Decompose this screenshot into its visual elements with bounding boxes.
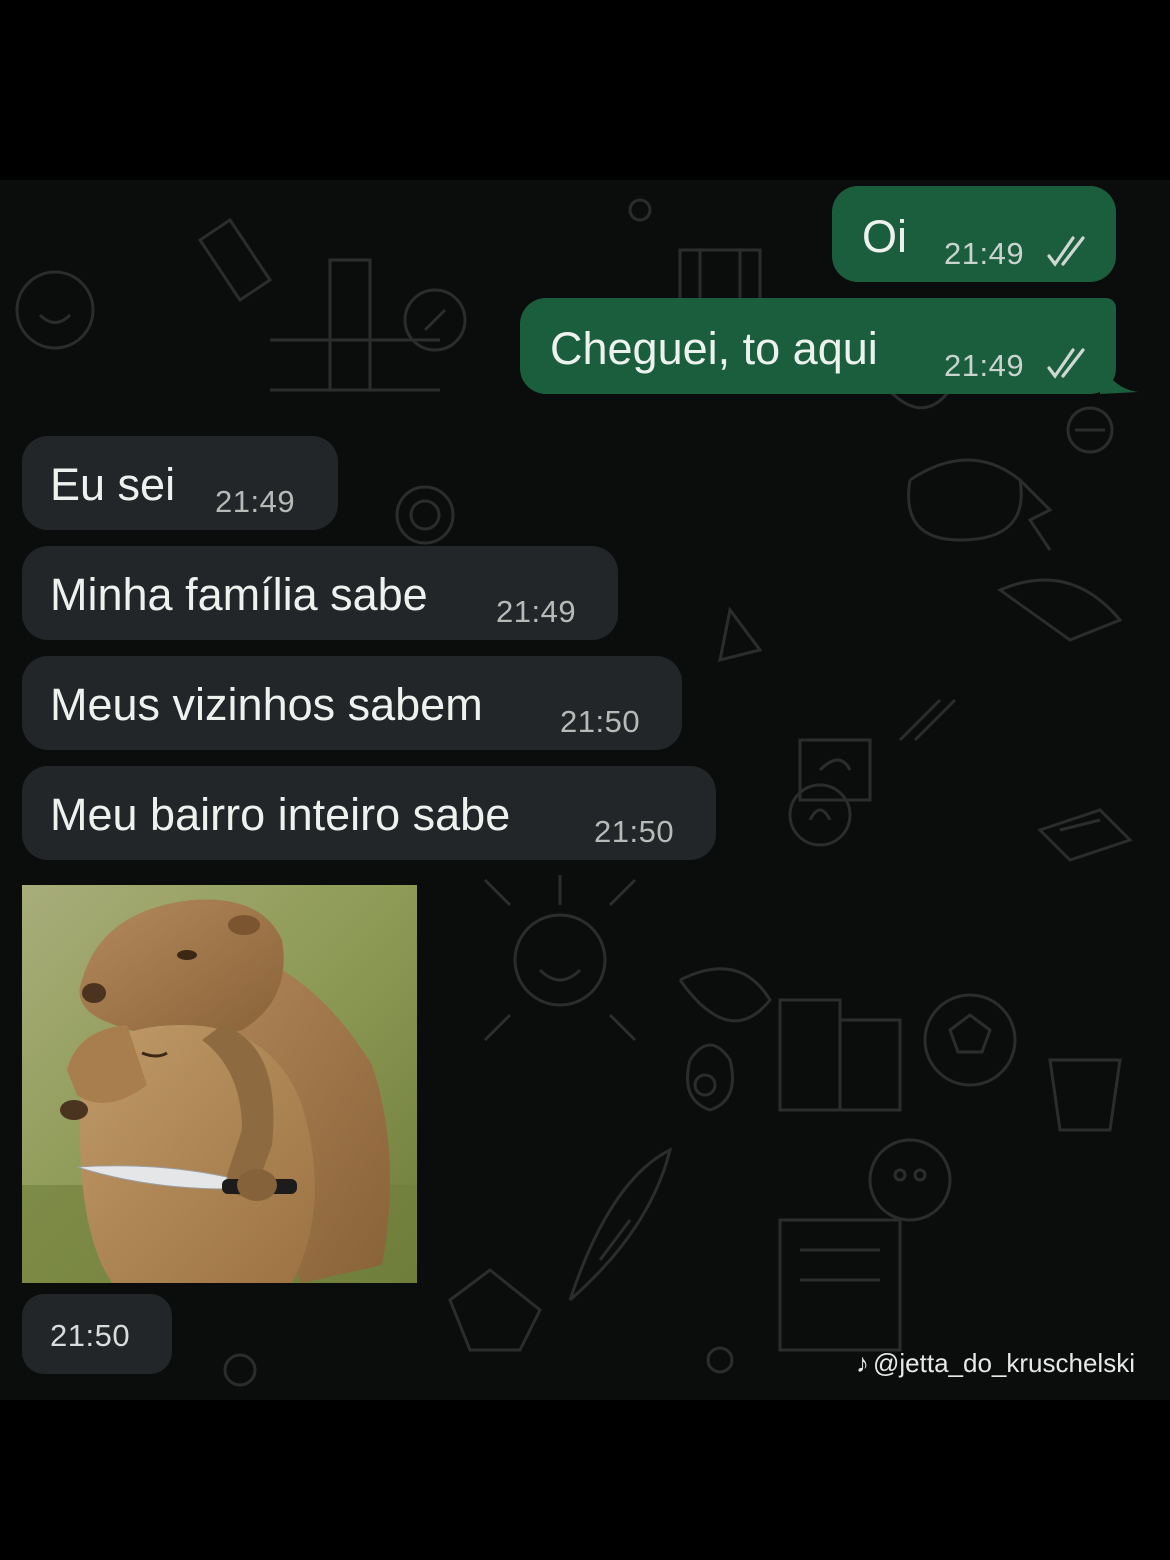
message-bubble-outgoing[interactable]: Oi 21:49	[832, 186, 1116, 282]
message-bubble-incoming[interactable]: Meu bairro inteiro sabe 21:50	[22, 766, 716, 860]
message-bubble-outgoing[interactable]: Cheguei, to aqui 21:49	[520, 298, 1116, 394]
tiktok-watermark: ♪ @jetta_do_kruschelski	[856, 1348, 1135, 1379]
double-check-icon	[1047, 236, 1085, 267]
bubble-tail	[1100, 358, 1138, 394]
message-time: 21:49	[944, 236, 1025, 271]
watermark-handle: @jetta_do_kruschelski	[873, 1348, 1135, 1378]
message-time: 21:49	[496, 594, 577, 629]
message-bubble-incoming[interactable]: Eu sei 21:49	[22, 436, 338, 530]
double-check-icon	[1047, 348, 1085, 379]
message-time: 21:50	[560, 704, 641, 739]
message-text: Cheguei, to aqui	[550, 323, 878, 374]
message-bubble-incoming-time: 21:50	[22, 1294, 172, 1374]
message-time: 21:49	[215, 484, 296, 519]
message-time: 21:50	[50, 1318, 131, 1353]
message-text: Oi	[862, 211, 907, 262]
chat-view: Oi 21:49 Cheguei, to aqui 21:49 Eu sei 2…	[0, 180, 1170, 1400]
message-time: 21:50	[594, 814, 675, 849]
tiktok-icon: ♪	[856, 1348, 869, 1378]
message-text: Meus vizinhos sabem	[50, 679, 483, 730]
message-text: Minha família sabe	[50, 569, 428, 620]
message-bubble-incoming[interactable]: Minha família sabe 21:49	[22, 546, 618, 640]
message-bubble-incoming[interactable]: Meus vizinhos sabem 21:50	[22, 656, 682, 750]
message-text: Meu bairro inteiro sabe	[50, 789, 511, 840]
message-text: Eu sei	[50, 459, 176, 510]
capybara-with-knife-photo[interactable]	[22, 885, 417, 1283]
message-time: 21:49	[944, 348, 1025, 383]
